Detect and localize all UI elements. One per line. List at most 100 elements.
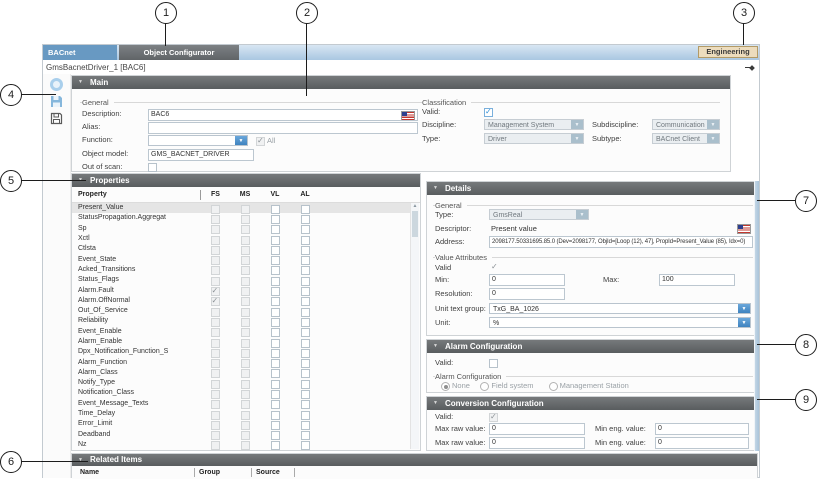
- al-checkbox[interactable]: [301, 400, 310, 409]
- al-checkbox[interactable]: [301, 246, 310, 255]
- property-row[interactable]: Alarm_Class: [72, 368, 410, 378]
- type-dropdown[interactable]: Driver▼: [484, 133, 584, 144]
- fs-checkbox[interactable]: [211, 246, 220, 255]
- fs-checkbox[interactable]: [211, 225, 220, 234]
- scrollbar-thumb[interactable]: [412, 211, 418, 237]
- fs-checkbox[interactable]: [211, 339, 220, 348]
- fs-checkbox[interactable]: [211, 266, 220, 275]
- details-type-dropdown[interactable]: GmsReal▼: [489, 209, 589, 220]
- al-checkbox[interactable]: [301, 236, 310, 245]
- chevron-down-icon[interactable]: ▼: [571, 120, 583, 129]
- ms-checkbox[interactable]: [241, 246, 250, 255]
- fs-checkbox[interactable]: [211, 277, 220, 286]
- al-checkbox[interactable]: [301, 318, 310, 327]
- al-checkbox[interactable]: [301, 266, 310, 275]
- classification-valid-checkbox[interactable]: [484, 108, 493, 117]
- ms-checkbox[interactable]: [241, 266, 250, 275]
- property-row[interactable]: Event_Message_Texts: [72, 399, 410, 409]
- fs-checkbox[interactable]: [211, 359, 220, 368]
- us-flag-icon[interactable]: [401, 111, 415, 121]
- save-icon[interactable]: [50, 95, 63, 108]
- property-row[interactable]: Xctl: [72, 234, 410, 244]
- al-checkbox[interactable]: [301, 421, 310, 430]
- ms-checkbox[interactable]: [241, 205, 250, 214]
- ms-checkbox[interactable]: [241, 431, 250, 440]
- property-row[interactable]: Status_Flags: [72, 275, 410, 285]
- pin-icon[interactable]: [745, 65, 755, 70]
- property-row[interactable]: Reliability: [72, 316, 410, 326]
- vl-checkbox[interactable]: [271, 328, 280, 337]
- property-row[interactable]: Event_State: [72, 254, 410, 264]
- fs-checkbox[interactable]: [211, 297, 220, 306]
- al-checkbox[interactable]: [301, 215, 310, 224]
- vl-checkbox[interactable]: [271, 215, 280, 224]
- al-checkbox[interactable]: [301, 359, 310, 368]
- fs-checkbox[interactable]: [211, 421, 220, 430]
- ms-checkbox[interactable]: [241, 236, 250, 245]
- ms-checkbox[interactable]: [241, 256, 250, 265]
- vl-checkbox[interactable]: [271, 431, 280, 440]
- chevron-down-icon[interactable]: ▼: [571, 134, 583, 143]
- vl-checkbox[interactable]: [271, 390, 280, 399]
- ms-checkbox[interactable]: [241, 297, 250, 306]
- right-scrollbar[interactable]: [754, 181, 759, 451]
- ms-checkbox[interactable]: [241, 380, 250, 389]
- scrollbar-thumb[interactable]: [755, 181, 759, 451]
- property-row[interactable]: Dpx_Notification_Function_S: [72, 347, 410, 357]
- object-model-field[interactable]: GMS_BACNET_DRIVER: [148, 149, 254, 161]
- details-section-header[interactable]: ▼Details: [427, 182, 757, 195]
- function-dropdown[interactable]: ▼: [148, 135, 248, 146]
- vl-checkbox[interactable]: [271, 441, 280, 450]
- related-items-header[interactable]: ▼Related Items: [72, 454, 757, 466]
- vl-checkbox[interactable]: [271, 318, 280, 327]
- vl-checkbox[interactable]: [271, 380, 280, 389]
- radio-management-station[interactable]: [549, 382, 558, 391]
- chevron-down-icon[interactable]: ▼: [738, 304, 750, 313]
- property-row[interactable]: Sp: [72, 224, 410, 234]
- main-section-header[interactable]: ▼Main: [72, 76, 730, 89]
- subtype-dropdown[interactable]: BACnet Client▼: [652, 133, 720, 144]
- alias-field[interactable]: [148, 122, 418, 134]
- chevron-down-icon[interactable]: ▼: [707, 134, 719, 143]
- al-checkbox[interactable]: [301, 441, 310, 450]
- vl-checkbox[interactable]: [271, 246, 280, 255]
- us-flag-icon[interactable]: [737, 224, 751, 234]
- address-field[interactable]: 2098177.50331695.85.0 (Dev=2098177, ObjI…: [489, 236, 753, 248]
- fs-checkbox[interactable]: [211, 236, 220, 245]
- chevron-down-icon[interactable]: ▼: [576, 210, 588, 219]
- column-al[interactable]: AL: [290, 191, 320, 198]
- fs-checkbox[interactable]: [211, 256, 220, 265]
- al-checkbox[interactable]: [301, 256, 310, 265]
- fs-checkbox[interactable]: [211, 215, 220, 224]
- al-checkbox[interactable]: [301, 349, 310, 358]
- conversion-right-field[interactable]: 0: [655, 437, 749, 449]
- property-row[interactable]: Present_Value: [72, 203, 410, 213]
- vl-checkbox[interactable]: [271, 225, 280, 234]
- fs-checkbox[interactable]: [211, 205, 220, 214]
- vl-checkbox[interactable]: [271, 287, 280, 296]
- property-row[interactable]: Notify_Type: [72, 378, 410, 388]
- vl-checkbox[interactable]: [271, 411, 280, 420]
- property-row[interactable]: Acked_Transitions: [72, 265, 410, 275]
- column-source[interactable]: Source: [256, 469, 290, 476]
- conversion-right-field[interactable]: 0: [655, 423, 749, 435]
- al-checkbox[interactable]: [301, 411, 310, 420]
- scroll-up-icon[interactable]: ▲: [411, 203, 419, 210]
- fs-checkbox[interactable]: [211, 431, 220, 440]
- property-row[interactable]: Out_Of_Service: [72, 306, 410, 316]
- fs-checkbox[interactable]: [211, 390, 220, 399]
- al-checkbox[interactable]: [301, 287, 310, 296]
- ms-checkbox[interactable]: [241, 215, 250, 224]
- save-as-icon[interactable]: [50, 112, 63, 125]
- vl-checkbox[interactable]: [271, 277, 280, 286]
- al-checkbox[interactable]: [301, 369, 310, 378]
- subdiscipline-dropdown[interactable]: Communication▼: [652, 119, 720, 130]
- ms-checkbox[interactable]: [241, 328, 250, 337]
- fs-checkbox[interactable]: [211, 349, 220, 358]
- ms-checkbox[interactable]: [241, 369, 250, 378]
- ms-checkbox[interactable]: [241, 287, 250, 296]
- max-field[interactable]: 100: [659, 274, 735, 286]
- resolution-field[interactable]: 0: [489, 288, 565, 300]
- property-row[interactable]: StatusPropagation.Aggregat: [72, 213, 410, 223]
- alarm-valid-checkbox[interactable]: [489, 359, 498, 368]
